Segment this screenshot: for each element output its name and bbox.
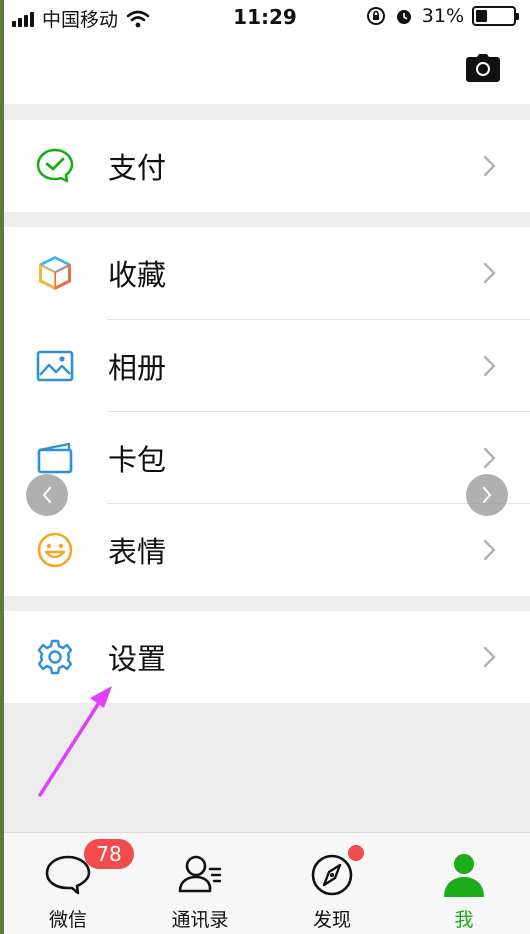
tab-label: 发现 (312, 909, 351, 931)
menu-item-cards[interactable]: 卡包 (0, 412, 530, 504)
new-content-dot (348, 845, 364, 861)
annotation-arrow (38, 686, 112, 797)
contacts-icon (178, 855, 222, 893)
unread-badge: 78 (84, 839, 134, 869)
pay-section: 支付 (0, 120, 530, 212)
menu-item-label: 卡包 (108, 443, 167, 477)
tab-discover[interactable]: 发现 (266, 833, 398, 934)
tab-label: 我 (454, 909, 474, 931)
tab-label: 微信 (48, 909, 87, 931)
prev-image-button[interactable] (26, 474, 68, 516)
gear-icon (37, 639, 73, 675)
menu-item-label: 设置 (108, 642, 167, 676)
camera-icon[interactable] (466, 54, 500, 82)
status-right: 31% (366, 5, 519, 27)
menu-item-label: 相册 (108, 351, 167, 385)
smiley-icon (37, 532, 73, 568)
tab-chats[interactable]: 微信 78 (2, 833, 134, 934)
menu-item-stickers[interactable]: 表情 (0, 504, 530, 596)
chevron-right-icon (483, 539, 496, 561)
tab-label: 通讯录 (171, 909, 229, 931)
favorites-cube-icon (39, 256, 71, 290)
chevron-left-icon (42, 487, 51, 503)
left-edge-strip (0, 0, 4, 934)
tab-me[interactable]: 我 (398, 833, 530, 934)
compass-icon (311, 854, 353, 896)
next-image-button[interactable] (466, 474, 508, 516)
wechat-pay-icon (36, 148, 74, 183)
menu-item-label: 表情 (108, 535, 167, 569)
profile-header (0, 36, 530, 104)
chevron-right-icon (483, 447, 496, 469)
status-bar: 中国移动 11:29 31% (0, 0, 530, 36)
card-wallet-icon (37, 442, 73, 474)
chevron-right-icon (483, 262, 496, 284)
tab-bar: 微信 78 通讯录 发现 我 (0, 832, 530, 934)
menu-item-label: 支付 (108, 151, 167, 185)
battery-fill (476, 10, 488, 22)
features-section: 收藏 相册 卡包 表情 (0, 227, 530, 596)
chevron-right-icon (483, 487, 492, 503)
person-icon (444, 854, 484, 897)
menu-item-favorites[interactable]: 收藏 (0, 227, 530, 319)
menu-item-label: 收藏 (108, 258, 167, 292)
battery-percent: 31% (421, 5, 464, 27)
chevron-right-icon (483, 355, 496, 377)
chevron-right-icon (483, 646, 496, 668)
chevron-right-icon (483, 155, 496, 177)
battery-icon (472, 6, 519, 26)
menu-item-pay[interactable]: 支付 (0, 120, 530, 212)
menu-item-album[interactable]: 相册 (0, 320, 530, 412)
rotation-lock-icon (366, 7, 385, 25)
album-image-icon (36, 350, 74, 382)
tab-contacts[interactable]: 通讯录 (134, 833, 266, 934)
alarm-icon (396, 10, 411, 24)
